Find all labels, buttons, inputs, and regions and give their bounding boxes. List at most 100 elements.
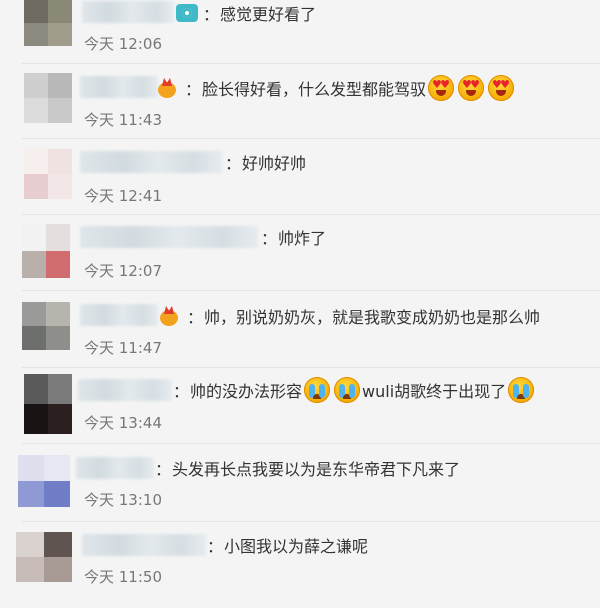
avatar-tile	[22, 224, 46, 251]
avatar-tile	[24, 404, 48, 434]
avatar-tile	[24, 374, 48, 404]
avatar-tile	[48, 98, 72, 123]
colon: ：	[173, 382, 190, 401]
camera-icon	[176, 4, 198, 22]
avatar-tile	[24, 73, 48, 98]
avatar-tile	[16, 532, 44, 557]
avatar-tile	[48, 23, 72, 46]
avatar-tile	[44, 557, 72, 582]
avatar-tile	[46, 302, 70, 326]
username[interactable]	[76, 457, 154, 479]
crying-emoji	[508, 377, 535, 403]
avatar-tile	[44, 455, 70, 481]
divider	[22, 290, 600, 291]
colon: ：	[207, 537, 224, 556]
timestamp: 今天 11:43	[84, 111, 162, 129]
comment-line: ： 帅炸了	[260, 224, 326, 250]
comment-line: ： 帅，别说奶奶灰，就是我歌变成奶奶也是那么帅	[160, 303, 540, 329]
crying-emoji	[304, 377, 331, 403]
vip-crown-icon	[160, 306, 180, 326]
avatar-tile	[22, 302, 46, 326]
avatar-tile	[22, 326, 46, 350]
avatar-tile	[46, 326, 70, 350]
avatar[interactable]	[18, 455, 70, 507]
comment-item: ： 感觉更好看了 今天 12:06	[0, 0, 600, 76]
avatar[interactable]	[24, 73, 72, 123]
timestamp: 今天 11:47	[84, 339, 162, 357]
avatar-tile	[24, 23, 48, 46]
heart-eyes-emoji	[488, 75, 515, 101]
avatar[interactable]	[16, 532, 72, 582]
username[interactable]	[80, 304, 158, 326]
comment-line: ： 脸长得好看，什么发型都能驾驭	[158, 75, 516, 101]
avatar-tile	[22, 251, 46, 278]
comment-line: ： 感觉更好看了	[176, 0, 316, 26]
timestamp: 今天 12:07	[84, 262, 162, 280]
avatar-tile	[16, 557, 44, 582]
avatar[interactable]	[24, 149, 72, 199]
comment-text: 帅，别说奶奶灰，就是我歌变成奶奶也是那么帅	[204, 308, 541, 327]
comment-text: 头发再长点我要以为是东华帝君下凡来了	[172, 460, 461, 479]
comment-item: ： 小图我以为薛之谦呢 今天 11:50	[0, 532, 600, 608]
username[interactable]	[80, 76, 158, 98]
timestamp: 今天 12:41	[84, 187, 162, 205]
avatar-tile	[48, 404, 72, 434]
comment-text: 脸长得好看，什么发型都能驾驭	[202, 80, 427, 99]
divider	[22, 367, 600, 368]
comment-text: 好帅好帅	[242, 154, 307, 173]
comment-item: ： 帅炸了 今天 12:07	[0, 224, 600, 300]
comment-text: 帅的没办法形容	[190, 382, 303, 401]
avatar-tile	[24, 149, 48, 174]
avatar-tile	[24, 0, 48, 23]
avatar-tile	[48, 149, 72, 174]
avatar-tile	[46, 251, 70, 278]
comment-item: ： 帅，别说奶奶灰，就是我歌变成奶奶也是那么帅 今天 11:47	[0, 300, 600, 376]
timestamp: 今天 12:06	[84, 35, 162, 53]
comment-item: ： 帅的没办法形容 wuli胡歌终于出现了 今天 13:44	[0, 374, 600, 450]
comment-line: ： 小图我以为薛之谦呢	[206, 532, 368, 558]
heart-eyes-emoji	[428, 75, 455, 101]
avatar-tile	[48, 374, 72, 404]
divider	[22, 521, 600, 522]
comment-text: 小图我以为薛之谦呢	[224, 537, 369, 556]
username[interactable]	[82, 534, 206, 556]
avatar[interactable]	[24, 374, 72, 434]
avatar-tile	[48, 0, 72, 23]
avatar-tile	[18, 481, 44, 507]
comment-line: ： 头发再长点我要以为是东华帝君下凡来了	[154, 455, 460, 481]
vip-crown-icon	[158, 78, 178, 98]
comment-feed: ： 感觉更好看了 今天 12:06 ： 脸长得好看，什么发型都能驾驭 今天 11…	[0, 0, 600, 600]
divider	[22, 63, 600, 64]
divider	[22, 443, 600, 444]
avatar[interactable]	[24, 0, 72, 46]
colon: ：	[225, 154, 242, 173]
colon: ：	[187, 308, 204, 327]
avatar-tile	[24, 174, 48, 199]
avatar-tile	[46, 224, 70, 251]
avatar-tile	[44, 532, 72, 557]
username[interactable]	[80, 151, 222, 173]
avatar-tile	[18, 455, 44, 481]
timestamp: 今天 11:50	[84, 568, 162, 586]
colon: ：	[155, 460, 172, 479]
avatar-tile	[48, 174, 72, 199]
colon: ：	[261, 229, 278, 248]
comment-text: 帅炸了	[278, 229, 327, 248]
avatar-tile	[44, 481, 70, 507]
username[interactable]	[80, 226, 258, 248]
avatar[interactable]	[22, 224, 70, 278]
crying-emoji	[334, 377, 361, 403]
avatar[interactable]	[22, 302, 70, 350]
timestamp: 今天 13:10	[84, 491, 162, 509]
avatar-tile	[48, 73, 72, 98]
username[interactable]	[82, 1, 174, 23]
timestamp: 今天 13:44	[84, 414, 162, 432]
comment-line: ： 好帅好帅	[224, 149, 306, 175]
heart-eyes-emoji	[458, 75, 485, 101]
comment-line: ： 帅的没办法形容 wuli胡歌终于出现了	[172, 377, 536, 403]
comment-text: wuli胡歌终于出现了	[362, 382, 507, 401]
avatar-tile	[24, 98, 48, 123]
username[interactable]	[78, 379, 172, 401]
comment-text: 感觉更好看了	[220, 5, 317, 24]
divider	[22, 214, 600, 215]
